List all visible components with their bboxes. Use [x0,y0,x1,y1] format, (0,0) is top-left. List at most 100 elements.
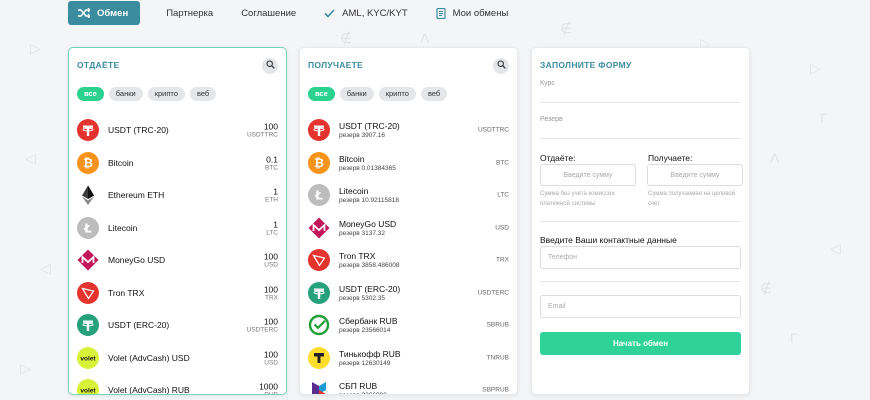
give-amount-note: Сумма без учета комиссии платежной систе… [540,191,615,207]
filter-banks[interactable]: банки [108,87,143,101]
currency-amount: 1 ETH [265,187,278,204]
background-glyph: ▷ [810,60,821,76]
start-exchange-button[interactable]: Начать обмен [540,332,741,355]
volet-icon: volet [77,379,99,394]
currency-info: USDT (TRC-20) резерв 3907.16 [339,121,400,139]
currency-reserve: резерв 0.01384365 [339,164,396,172]
volet-icon: volet [77,346,99,369]
currency-reserve: резерв 3907.16 [339,132,385,140]
currency-code: USD [495,224,509,232]
get-currency-row[interactable]: Ł Litecoin резерв 10.92115818 LTC [300,179,517,212]
get-currency-row[interactable]: USDT (TRC-20) резерв 3907.16 USDTTRC [300,114,517,147]
amount-divider [540,221,741,222]
email-input[interactable]: Email [540,295,741,318]
nav-partners-link[interactable]: Партнерка [166,1,213,25]
give-currency-row[interactable]: MoneyGo USD 100 USD [69,244,286,277]
currency-name: USDT (TRC-20) [108,125,169,136]
amount-value: 100 [263,251,278,262]
filter-web[interactable]: веб [420,87,448,101]
svg-text:₿: ₿ [314,156,324,170]
svg-text:Ł: Ł [314,189,323,203]
currency-code: SBRUB [486,321,509,329]
currency-name: Volet (AdvCash) USD [108,352,190,363]
filter-all[interactable]: все [77,87,104,101]
give-panel: ОТДАЁТЕ все банки крипто веб USDT (TRC-2… [68,47,287,395]
get-amount-input[interactable]: Введите сумму [647,164,743,186]
currency-name: Bitcoin [108,157,134,168]
nav-aml-label: AML, KYC/KYT [342,7,408,19]
currency-code: TNRUB [486,354,509,362]
get-search-button[interactable] [493,58,509,74]
bitcoin-icon: ₿ [308,151,330,174]
phone-input[interactable]: Телефон [540,246,741,269]
filter-crypto[interactable]: крипто [147,87,185,101]
nav-aml-link[interactable]: AML, KYC/KYT [324,1,408,25]
tether-erc-icon [308,281,330,304]
background-glyph: ∉ [760,280,773,296]
tether-icon [77,119,99,142]
get-currency-row[interactable]: ₿ Bitcoin резерв 0.01384365 BTC [300,147,517,180]
tether-erc-icon [77,314,99,337]
nav-exchange-label: Обмен [97,7,129,19]
filter-banks[interactable]: банки [339,87,374,101]
get-currency-row[interactable]: MoneyGo USD резерв 3137.32 USD [300,212,517,245]
get-currency-row[interactable]: Сбербанк RUB резерв 23566014 SBRUB [300,309,517,342]
give-amount-input[interactable]: Введите сумму [540,164,636,186]
tether-icon [308,119,330,142]
get-currency-row[interactable]: Тинькофф RUB резерв 12630149 TNRUB [300,342,517,375]
currency-info: Tron TRX резерв 3858.486008 [339,251,399,269]
give-panel-title: ОТДАЁТЕ [77,60,120,70]
filter-crypto[interactable]: крипто [378,87,416,101]
currency-name: MoneyGo USD [108,255,166,266]
background-glyph: ▷ [30,40,41,56]
give-search-button[interactable] [262,58,278,74]
give-currency-row[interactable]: USDT (ERC-20) 100 USDTERC [69,309,286,342]
get-amount-label: Получаете: [648,153,693,163]
filter-all[interactable]: все [308,87,335,101]
give-currency-row[interactable]: ₿ Bitcoin 0.1 BTC [69,147,286,180]
filter-web[interactable]: веб [189,87,217,101]
amount-value: 1 [273,219,278,230]
give-currency-row[interactable]: volet Volet (AdvCash) RUB 1000RUB [69,374,286,394]
document-list-icon [436,7,446,19]
currency-code: BTC [265,164,278,172]
nav-my-exchanges-label: Мои обмены [452,7,509,19]
currency-code: USDTERC [246,326,278,334]
get-currency-row[interactable]: Tron TRX резерв 3858.486008 TRX [300,244,517,277]
give-amount-label: Отдаёте: [540,153,576,163]
exchange-form-panel: ЗАПОЛНИТЕ ФОРМУ Курс Резерв Отдаёте: Пол… [531,47,750,395]
amount-value: 1000 [259,381,278,392]
give-currency-row[interactable]: Tron TRX 100 TRX [69,277,286,310]
get-currency-row[interactable]: СБП RUBрезерв 2266800 SBPRUB [300,374,517,394]
currency-reserve: резерв 10.92115818 [339,197,399,205]
checkmark-icon [324,8,335,18]
sbp-icon [308,379,330,394]
nav-agreement-link[interactable]: Соглашение [241,1,296,25]
currency-code: TRX [265,294,278,302]
get-currency-row[interactable]: USDT (ERC-20) резерв 5302.35 USDTERC [300,277,517,310]
nav-agreement-label: Соглашение [241,7,297,19]
amount-value: 1 [273,186,278,197]
nav-exchange-button[interactable]: Обмен [68,1,141,25]
give-currency-row[interactable]: USDT (TRC-20) 100 USDTTRC [69,114,286,147]
currency-name: СБП RUB [339,381,378,392]
background-glyph: ◁ [25,150,36,166]
currency-reserve: резерв 23566014 [339,327,391,335]
currency-name: Сбербанк RUB [339,316,398,327]
give-currency-row[interactable]: Ethereum ETH 1 ETH [69,179,286,212]
amount-value: 100 [263,121,278,132]
currency-name: Bitcoin [339,153,365,164]
give-currency-row[interactable]: volet Volet (AdvCash) USD 100 USD [69,342,286,375]
currency-name: Тинькофф RUB [339,348,401,359]
currency-code: USD [264,359,278,367]
amount-value: 0.1 [266,154,278,165]
background-glyph: ◁ [40,260,51,276]
give-currency-row[interactable]: Ł Litecoin 1 LTC [69,212,286,245]
get-filters: все банки крипто веб [308,87,448,101]
nav-my-exchanges-link[interactable]: Мои обмены [436,1,509,25]
currency-reserve: резерв 3858.486008 [339,262,400,270]
currency-code: USDTTRC [477,126,509,134]
currency-amount: 100 USDTERC [247,317,278,334]
currency-code: TRX [496,256,509,264]
currency-code: USD [264,261,278,269]
